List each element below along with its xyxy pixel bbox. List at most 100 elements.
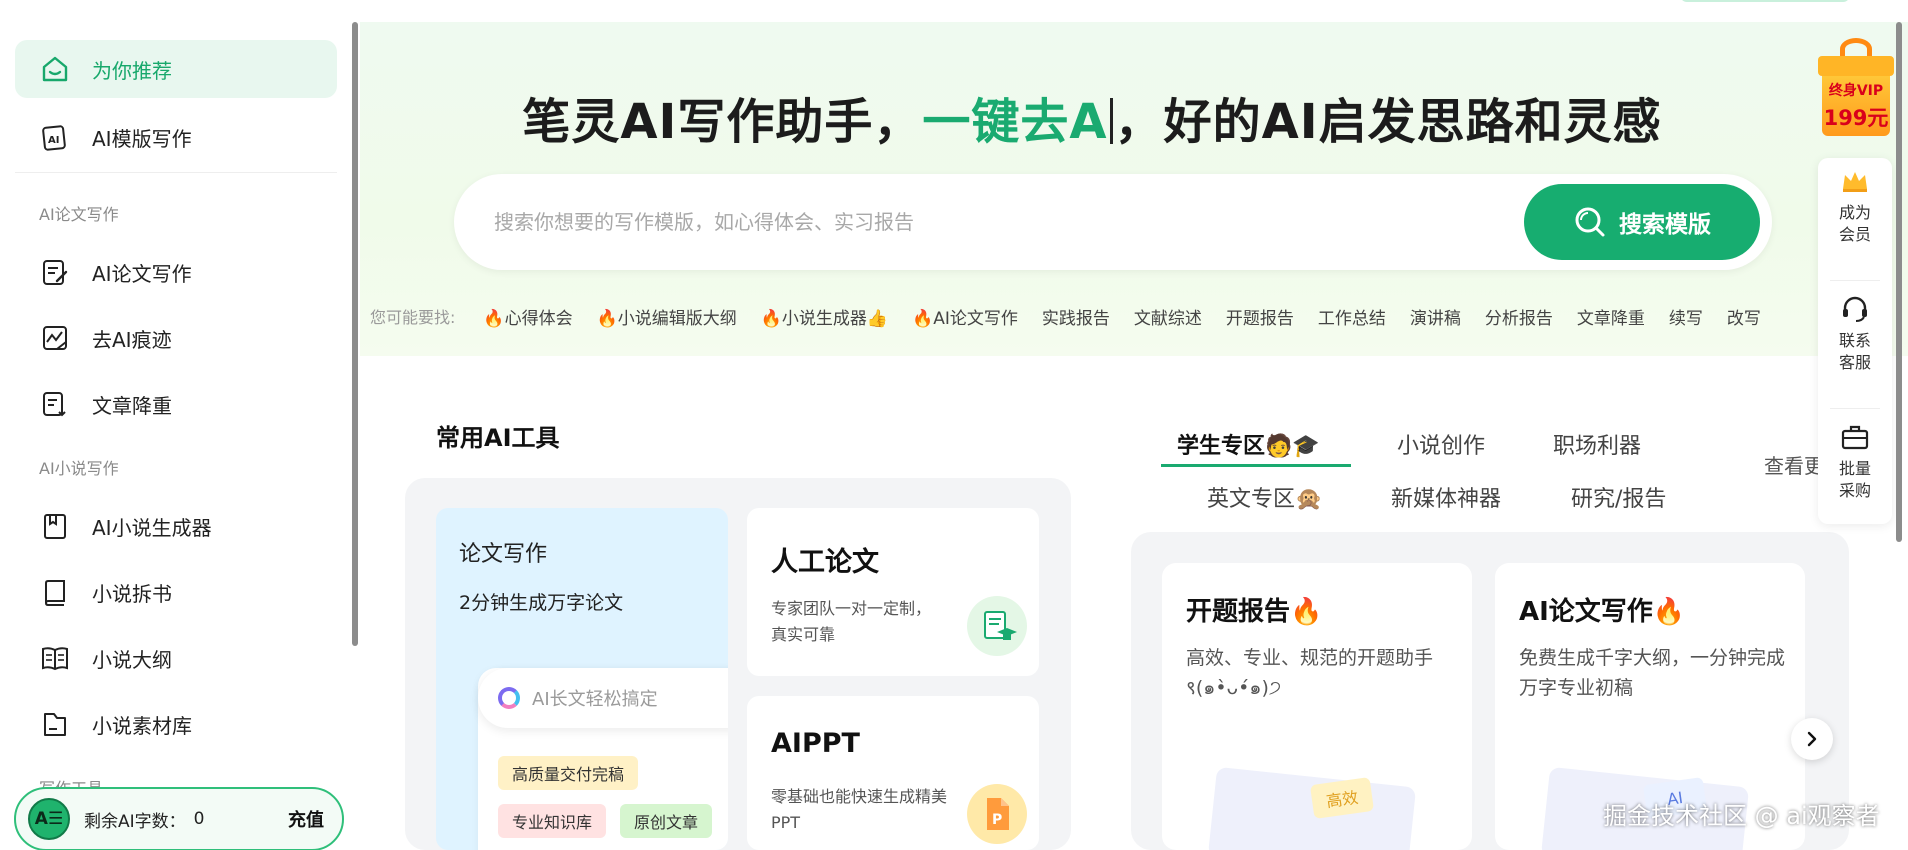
ppt-file-icon: P bbox=[967, 784, 1027, 844]
graduation-doc-icon bbox=[967, 596, 1027, 656]
hot-tag[interactable]: 实践报告 bbox=[1042, 304, 1110, 329]
hot-tag[interactable]: 🔥心得体会 bbox=[483, 304, 572, 329]
sidebar-item-novel-gen[interactable]: AI小说生成器 bbox=[15, 497, 337, 555]
card-desc: 零基础也能快速生成精美PPT bbox=[771, 787, 948, 832]
sidebar-item-label: 文章降重 bbox=[92, 393, 172, 418]
svg-text:AI: AI bbox=[48, 135, 59, 146]
hot-tag[interactable]: 演讲稿 bbox=[1410, 304, 1461, 329]
crown-icon bbox=[1840, 166, 1870, 196]
sidebar-item-template[interactable]: AI AI模版写作 bbox=[15, 108, 337, 166]
fire-icon: 🔥 bbox=[760, 308, 782, 329]
hero-title-part-a: 笔灵AI写作助手， bbox=[522, 94, 923, 150]
document-edit-icon bbox=[38, 255, 72, 289]
trace-chart-icon bbox=[38, 321, 72, 355]
top-bar bbox=[0, 0, 1908, 22]
paper-writing-card[interactable]: 论文写作 2分钟生成万字论文 AI长文轻松搞定 高质量交付完稿 专业知识库 原创… bbox=[436, 508, 728, 850]
vip-price: 199元 bbox=[1823, 106, 1889, 130]
tab-english[interactable]: 英文专区🙊 bbox=[1207, 481, 1322, 513]
tab-active-underline bbox=[1161, 464, 1351, 467]
typing-cursor bbox=[1109, 98, 1113, 144]
paper-card-title: 论文写作 bbox=[459, 542, 548, 567]
hot-tag[interactable]: 🔥小说编辑版大纲 bbox=[597, 304, 737, 329]
vip-gift-button[interactable]: 终身VIP 199元 bbox=[1818, 36, 1894, 136]
hero-title-part-c: ，好的AI启发思路和灵感 bbox=[1114, 94, 1662, 150]
sidebar-item-label: 小说大纲 bbox=[92, 647, 172, 672]
feature-card-proposal[interactable]: 开题报告🔥 高效、专业、规范的开题助手 ९(๑•̀ᴗ•́๑)੭ 高效 bbox=[1162, 563, 1472, 850]
card-desc: 专家团队一对一定制，真实可靠 bbox=[771, 599, 932, 644]
app-root: 为你推荐 AI AI模版写作 AI论文写作 AI论文写作 去AI痕迹 文章降重 … bbox=[0, 0, 1908, 850]
ai-longtext-label: AI长文轻松搞定 bbox=[532, 689, 658, 710]
ai-template-icon: AI bbox=[38, 120, 72, 154]
carousel-next-button[interactable] bbox=[1791, 718, 1833, 760]
hot-search-row: 您可能要找: 🔥心得体会 🔥小说编辑版大纲 🔥小说生成器👍 🔥AI论文写作 实践… bbox=[370, 296, 1830, 336]
sidebar-section-paper: AI论文写作 bbox=[39, 205, 119, 224]
hot-tag[interactable]: 分析报告 bbox=[1485, 304, 1553, 329]
card-title: 人工论文 bbox=[771, 547, 879, 578]
hot-tag[interactable]: 工作总结 bbox=[1318, 304, 1386, 329]
home-icon bbox=[38, 52, 72, 86]
books-icon bbox=[38, 575, 72, 609]
float-divider bbox=[1830, 280, 1880, 281]
contact-service-button[interactable]: 联系客服 bbox=[1818, 286, 1892, 404]
hot-search-label: 您可能要找: bbox=[370, 308, 456, 327]
feature-illustration bbox=[1207, 766, 1417, 850]
search-icon bbox=[1575, 207, 1605, 237]
ai-ring-icon bbox=[498, 687, 520, 709]
sidebar-item-novel-split[interactable]: 小说拆书 bbox=[15, 563, 337, 621]
sidebar-item-label: 去AI痕迹 bbox=[92, 327, 172, 352]
sidebar-item-recommend[interactable]: 为你推荐 bbox=[15, 40, 337, 98]
svg-text:P: P bbox=[992, 812, 1002, 828]
hero-title-highlight: 一键去A bbox=[922, 94, 1108, 150]
credit-value: 0 bbox=[193, 809, 205, 829]
sidebar-item-label: AI论文写作 bbox=[92, 261, 192, 286]
right-float-bar: 成为会员 联系客服 批量采购 bbox=[1818, 158, 1892, 524]
sidebar-item-novel-outline[interactable]: 小说大纲 bbox=[15, 629, 337, 687]
hot-tag[interactable]: 改写 bbox=[1727, 304, 1761, 329]
search-button[interactable]: 搜索模版 bbox=[1524, 184, 1760, 260]
tab-research[interactable]: 研究/报告 bbox=[1571, 481, 1666, 513]
sidebar-item-ai-paper[interactable]: AI论文写作 bbox=[15, 243, 337, 301]
feature-desc: 高效、专业、规范的开题助手 ९(๑•̀ᴗ•́๑)੭ bbox=[1186, 647, 1434, 699]
tab-workplace[interactable]: 职场利器 bbox=[1553, 428, 1641, 460]
sidebar-item-remove-ai[interactable]: 去AI痕迹 bbox=[15, 309, 337, 367]
bulk-purchase-button[interactable]: 批量采购 bbox=[1818, 414, 1892, 532]
hero-banner: 笔灵AI写作助手，一键去A，好的AI启发思路和灵感 搜索模版 您可能要找: 🔥心… bbox=[360, 22, 1908, 356]
hot-tag[interactable]: 🔥小说生成器👍 bbox=[761, 304, 888, 329]
document-down-icon bbox=[38, 387, 72, 421]
sidebar-item-reduce[interactable]: 文章降重 bbox=[15, 375, 337, 433]
vip-label: 终身VIP bbox=[1828, 83, 1884, 99]
sidebar-scrollbar[interactable] bbox=[352, 22, 358, 646]
feature-title: AI论文写作🔥 bbox=[1519, 597, 1686, 627]
sidebar-item-novel-library[interactable]: 小说素材库 bbox=[15, 695, 337, 753]
tab-novel[interactable]: 小说创作 bbox=[1397, 428, 1485, 460]
feature-desc: 免费生成千字大纲，一分钟完成万字专业初稿 bbox=[1519, 647, 1786, 699]
hot-tag[interactable]: 🔥AI论文写作 bbox=[912, 304, 1018, 329]
top-pill-button[interactable] bbox=[1680, 0, 1850, 2]
book-icon bbox=[38, 509, 72, 543]
folder-icon bbox=[38, 707, 72, 741]
hot-tag[interactable]: 文献综述 bbox=[1134, 304, 1202, 329]
manual-paper-card[interactable]: 人工论文 专家团队一对一定制，真实可靠 bbox=[747, 508, 1039, 676]
card-title: AIPPT bbox=[771, 728, 860, 759]
search-input[interactable] bbox=[494, 204, 1394, 240]
tools-section-title: 常用AI工具 bbox=[436, 424, 560, 452]
sidebar-item-label: 为你推荐 bbox=[92, 58, 172, 83]
briefcase-icon bbox=[1840, 422, 1870, 452]
paper-preview-box: AI长文轻松搞定 高质量交付完稿 专业知识库 原创文章 bbox=[478, 668, 728, 850]
page-scrollbar[interactable] bbox=[1896, 22, 1902, 542]
gift-lid-icon bbox=[1818, 56, 1894, 76]
tab-student[interactable]: 学生专区🧑🎓 bbox=[1177, 428, 1320, 460]
fire-icon: 🔥 bbox=[483, 308, 505, 329]
tab-new-media[interactable]: 新媒体神器 bbox=[1391, 481, 1501, 513]
hot-tag[interactable]: 文章降重 bbox=[1577, 304, 1645, 329]
see-more-link[interactable]: 查看更 bbox=[1764, 450, 1824, 479]
hot-tag[interactable]: 续写 bbox=[1669, 304, 1703, 329]
feature-chip: 原创文章 bbox=[620, 804, 713, 838]
credit-label: 剩余AI字数： bbox=[84, 811, 186, 832]
fire-icon: 🔥 bbox=[912, 308, 934, 329]
become-member-button[interactable]: 成为会员 bbox=[1818, 158, 1892, 276]
hot-tag[interactable]: 开题报告 bbox=[1226, 304, 1294, 329]
recharge-button[interactable]: 充值 bbox=[288, 806, 324, 832]
aippt-card[interactable]: AIPPT 零基础也能快速生成精美PPT P bbox=[747, 696, 1039, 850]
avatar[interactable]: A☰ bbox=[28, 798, 70, 840]
